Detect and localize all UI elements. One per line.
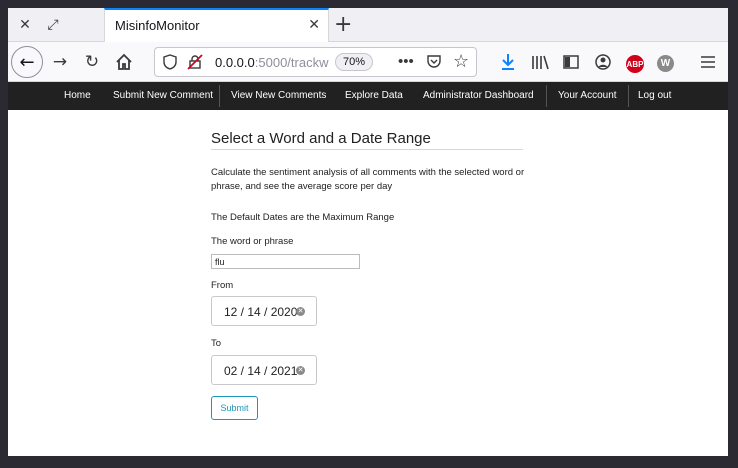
library-icon[interactable] bbox=[528, 50, 552, 74]
extension-w-icon[interactable]: W bbox=[657, 55, 674, 72]
window-expand-icon[interactable]: ⤢ bbox=[44, 16, 62, 34]
page-actions-icon[interactable]: ••• bbox=[398, 53, 414, 70]
nav-divider bbox=[546, 85, 547, 107]
from-label: From bbox=[211, 280, 234, 291]
to-date-input[interactable]: 02 / 14 / 2021 ✕ bbox=[211, 355, 317, 385]
shield-icon[interactable] bbox=[163, 54, 177, 75]
from-date-input[interactable]: 12 / 14 / 2020 ✕ bbox=[211, 296, 317, 326]
clear-to-date-icon[interactable]: ✕ bbox=[296, 366, 305, 375]
default-dates-note: The Default Dates are the Maximum Range bbox=[211, 212, 395, 223]
nav-your-account[interactable]: Your Account bbox=[558, 90, 617, 101]
word-input[interactable] bbox=[211, 254, 360, 269]
tab-strip: ✕ ⤢ MisinfoMonitor ✕ + bbox=[8, 8, 728, 42]
download-icon[interactable] bbox=[496, 50, 520, 74]
reload-icon[interactable]: ↻ bbox=[80, 50, 104, 74]
account-icon[interactable] bbox=[591, 50, 615, 74]
pocket-icon[interactable] bbox=[426, 54, 442, 75]
sidebar-icon[interactable] bbox=[559, 50, 583, 74]
nav-submit-new-comment[interactable]: Submit New Comment bbox=[113, 90, 213, 101]
tab-title: MisinfoMonitor bbox=[115, 18, 200, 33]
forward-arrow-icon[interactable]: → bbox=[48, 50, 72, 74]
tab-close-icon[interactable]: ✕ bbox=[308, 17, 320, 33]
adblock-plus-icon[interactable]: ABP bbox=[626, 55, 644, 73]
word-label: The word or phrase bbox=[211, 236, 294, 247]
insecure-lock-icon[interactable] bbox=[187, 54, 203, 75]
home-icon[interactable] bbox=[112, 50, 136, 74]
nav-home[interactable]: Home bbox=[64, 90, 91, 101]
nav-divider bbox=[219, 85, 220, 107]
nav-explore-data[interactable]: Explore Data bbox=[345, 90, 403, 101]
form-description: Calculate the sentiment analysis of all … bbox=[211, 167, 525, 192]
nav-view-new-comments[interactable]: View New Comments bbox=[231, 90, 326, 101]
url-text[interactable]: 0.0.0.0:5000/trackw bbox=[215, 55, 335, 70]
from-date-value: 12 / 14 / 2020 bbox=[224, 305, 298, 319]
to-label: To bbox=[211, 338, 222, 349]
zoom-indicator[interactable]: 70% bbox=[335, 53, 373, 71]
page-title: Select a Word and a Date Range bbox=[211, 130, 523, 150]
new-tab-icon[interactable]: + bbox=[334, 12, 352, 37]
to-date-value: 02 / 14 / 2021 bbox=[224, 364, 298, 378]
submit-button[interactable]: Submit bbox=[211, 396, 258, 420]
nav-administrator-dashboard[interactable]: Administrator Dashboard bbox=[423, 90, 534, 101]
nav-divider bbox=[628, 85, 629, 107]
window-close-icon[interactable]: ✕ bbox=[16, 16, 34, 34]
browser-tab[interactable]: MisinfoMonitor ✕ bbox=[104, 8, 329, 42]
bookmark-star-icon[interactable]: ☆ bbox=[453, 51, 469, 72]
address-bar[interactable]: 0.0.0.0:5000/trackw 70% ••• ☆ bbox=[154, 47, 477, 77]
hamburger-menu-icon[interactable] bbox=[696, 50, 720, 74]
nav-log-out[interactable]: Log out bbox=[638, 90, 671, 101]
navigation-toolbar: ← → ↻ 0.0.0.0:5000/trackw 70% ••• ☆ ABP … bbox=[8, 42, 728, 82]
back-arrow-icon[interactable]: ← bbox=[11, 46, 43, 78]
browser-window: ✕ ⤢ MisinfoMonitor ✕ + ← → ↻ 0.0.0.0:500… bbox=[8, 8, 728, 456]
clear-from-date-icon[interactable]: ✕ bbox=[296, 307, 305, 316]
site-navbar: Home Submit New Comment View New Comment… bbox=[8, 82, 728, 110]
